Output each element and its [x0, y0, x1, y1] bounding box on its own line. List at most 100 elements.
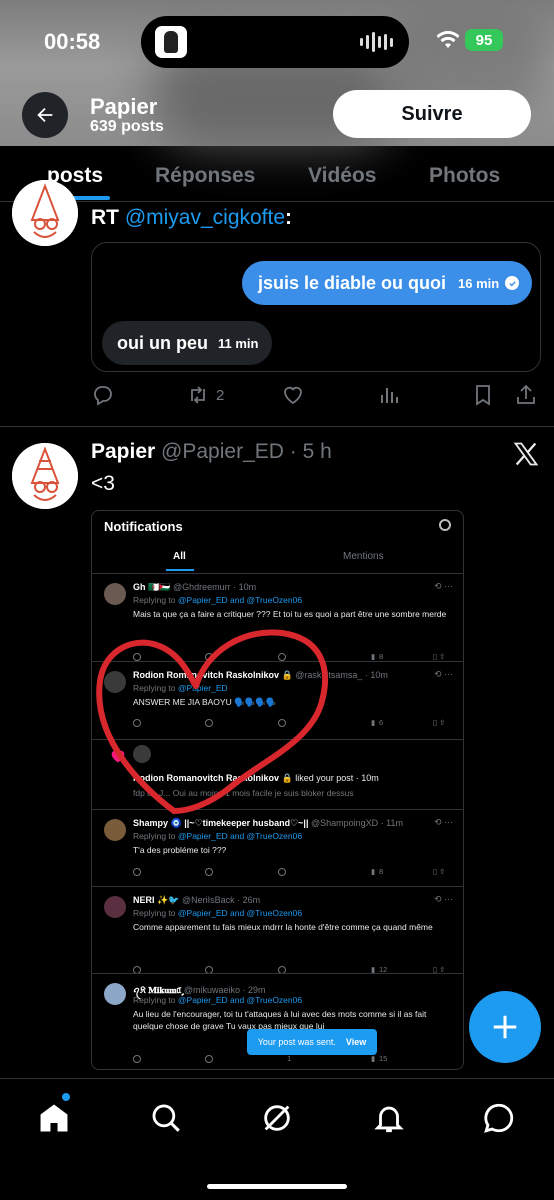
divider	[92, 973, 463, 974]
item-text: fdp de J... Oui au moins 1 mois facile j…	[133, 788, 354, 798]
attached-image[interactable]: Notifications All Mentions Gh 🇩🇿🇵🇸 @Ghdr…	[91, 510, 464, 1070]
screenshot-tab-indicator	[166, 569, 194, 571]
author-handle[interactable]: @Papier_ED	[161, 440, 284, 463]
rt-suffix: :	[285, 206, 293, 229]
avatar	[104, 896, 126, 918]
wifi-icon	[436, 30, 460, 48]
back-button[interactable]	[22, 92, 68, 138]
avatar	[133, 745, 151, 763]
reply-button[interactable]	[91, 383, 115, 407]
bell-icon[interactable]	[372, 1101, 406, 1135]
item-reply-to: Replying to @Papier_ED and @TrueOzen06	[133, 908, 303, 918]
toast-post-sent[interactable]: Your post was sent. View	[247, 1029, 377, 1055]
like-notification-icon	[111, 750, 125, 763]
plus-icon	[493, 1015, 517, 1039]
item-author: Shampy 🧿 ||~♡timekeeper husband♡~|| @Sha…	[133, 818, 403, 828]
item-actions: ▮ 12 ▯ ⇧	[133, 965, 453, 976]
x-logo-icon	[513, 442, 539, 466]
back-arrow-icon	[37, 107, 53, 123]
status-time: 00:58	[44, 29, 101, 54]
avatar[interactable]	[12, 443, 78, 509]
item-actions: ▮ 8 ▯ ⇧	[133, 867, 453, 878]
avatar	[104, 671, 126, 693]
dynamic-island[interactable]	[141, 16, 409, 68]
share-icon	[517, 384, 535, 404]
tab-videos[interactable]: Vidéos	[308, 164, 376, 188]
posts-count: 639 posts	[90, 118, 164, 135]
profile-name: Papier	[90, 94, 158, 119]
divider	[92, 739, 463, 740]
item-text: Comme apparement tu fais mieux mdrrr la …	[133, 922, 433, 932]
rt-prefix: RT	[91, 206, 125, 229]
tab-replies[interactable]: Réponses	[155, 164, 255, 188]
grok-icon[interactable]	[260, 1101, 294, 1135]
more-icon: ⟲ ···	[433, 669, 453, 679]
profile-tabs: posts Réponses Vidéos Photos	[0, 146, 554, 202]
like-icon	[284, 386, 302, 405]
message-bubble-received: oui un peu 11 min	[102, 321, 272, 365]
post-time: 5 h	[302, 440, 332, 463]
messages-icon[interactable]	[482, 1101, 516, 1135]
screenshot-tab-mentions: Mentions	[343, 551, 384, 562]
avatar	[104, 583, 126, 605]
post-actions: 2	[91, 383, 541, 409]
item-text: T'a des probléme toi ???	[133, 845, 227, 855]
message-bubble-sent: jsuis le diable ou quoi 16 min	[242, 261, 532, 305]
retweet-line: RT @miyav_cigkofte:	[91, 206, 292, 230]
item-reply-to: Replying to @Papier_ED and @TrueOzen06	[133, 995, 303, 1005]
retweet-button[interactable]: 2	[186, 383, 224, 407]
like-button[interactable]	[281, 383, 305, 407]
divider	[92, 573, 463, 574]
bookmark-icon	[476, 385, 490, 406]
author-name[interactable]: Papier	[91, 440, 155, 463]
notification-dot	[62, 1093, 70, 1101]
bottom-nav	[0, 1078, 554, 1200]
avatar	[104, 983, 126, 1005]
message-text: oui un peu	[117, 332, 208, 353]
screenshot-tab-all: All	[173, 551, 186, 562]
read-check-icon	[505, 276, 520, 290]
item-reply-to: Replying to @Papier_ED and @TrueOzen06	[133, 831, 303, 841]
post-divider	[0, 426, 554, 427]
divider	[92, 661, 463, 662]
home-icon[interactable]	[37, 1101, 71, 1135]
toast-view-link[interactable]: View	[346, 1037, 366, 1047]
share-button[interactable]	[514, 383, 538, 407]
tab-photos[interactable]: Photos	[429, 164, 500, 188]
follow-button[interactable]: Suivre	[333, 90, 531, 138]
battery-indicator: 95	[465, 29, 503, 51]
item-text: ANSWER ME JIA BAOYU 🗣️🗣️🗣️🗣️	[133, 697, 277, 707]
item-reply-to: Replying to @Papier_ED and @TrueOzen06	[133, 595, 303, 605]
item-reply-to: Replying to @Papier_ED	[133, 683, 228, 693]
search-icon[interactable]	[149, 1101, 183, 1135]
rt-handle-link[interactable]: @miyav_cigkofte	[125, 206, 285, 229]
avatar[interactable]	[12, 180, 78, 246]
post-text: <3	[91, 472, 115, 495]
post-header: Papier @Papier_ED · 5 h	[91, 440, 332, 464]
reply-icon	[94, 386, 112, 406]
divider	[92, 886, 463, 887]
bookmark-button[interactable]	[471, 383, 495, 407]
audio-wave-icon	[360, 32, 393, 52]
avatar	[104, 819, 126, 841]
compose-button[interactable]	[469, 991, 541, 1063]
more-icon: ⟲ ···	[433, 817, 453, 827]
item-author: Rodion Romanovitch Raskolnikov 🔒 liked y…	[133, 773, 379, 783]
quoted-chat-card[interactable]: jsuis le diable ou quoi 16 min oui un pe…	[91, 242, 541, 372]
views-icon	[381, 388, 398, 403]
item-author: NERI ✨🐦 @NeriIsBack · 26m	[133, 895, 261, 905]
message-time: 11 min	[217, 335, 259, 351]
message-time: 16 min	[458, 275, 500, 291]
retweet-icon	[191, 386, 205, 404]
item-text: Mais ta que ça a faire a critiquer ??? E…	[133, 609, 447, 619]
now-playing-thumbnail	[155, 26, 187, 58]
gear-icon	[439, 519, 451, 531]
toast-text: Your post was sent.	[257, 1037, 336, 1047]
message-text: jsuis le diable ou quoi	[258, 272, 447, 293]
item-author: Rodion Romanovitch Raskolnikov 🔒 @raskol…	[133, 670, 388, 680]
retweet-count: 2	[216, 386, 225, 404]
item-author: Gh 🇩🇿🇵🇸 @Ghdreemurr · 10m	[133, 582, 257, 592]
home-indicator	[207, 1184, 347, 1189]
more-icon: ⟲ ···	[433, 581, 453, 591]
views-button[interactable]	[377, 383, 401, 407]
